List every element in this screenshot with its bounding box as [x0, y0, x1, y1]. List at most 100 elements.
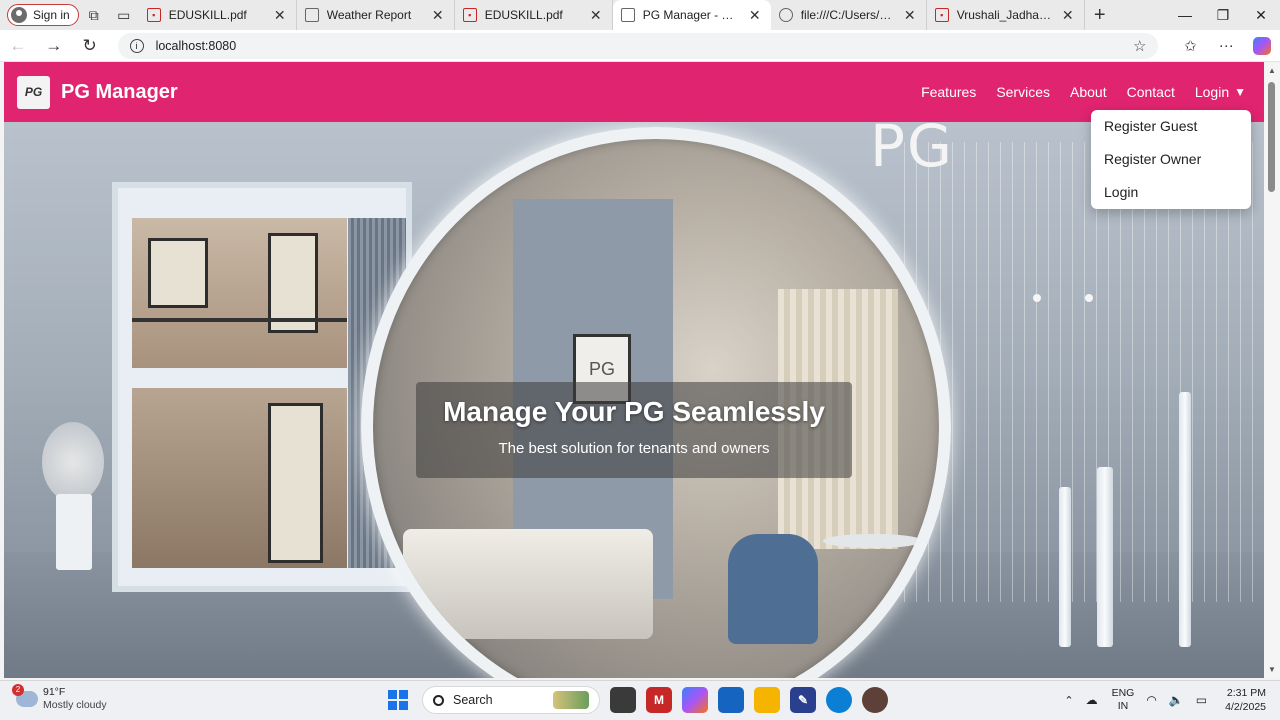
hero-decor-dot	[1085, 294, 1093, 302]
network-tray-icon[interactable]: ☁	[1086, 693, 1098, 707]
close-tab-icon[interactable]: ✕	[588, 7, 604, 24]
window-controls: — ❐ ✕	[1166, 0, 1280, 30]
language-indicator[interactable]: ENG IN	[1112, 687, 1135, 713]
search-highlight-icon	[553, 691, 589, 709]
nav-contact-link[interactable]: Contact	[1127, 84, 1175, 100]
address-input[interactable]: i localhost:8080 ☆	[117, 32, 1159, 59]
login-dropdown-menu: Register Guest Register Owner Login	[1091, 110, 1251, 209]
tab-eduskill-1[interactable]: ▪ EDUSKILL.pdf ✕	[139, 0, 297, 30]
hero-banner: PG PG Manage Your PG Seamlessly The best…	[4, 122, 1264, 678]
close-tab-icon[interactable]: ✕	[1060, 7, 1076, 24]
close-tab-icon[interactable]: ✕	[902, 7, 918, 24]
cloud-icon: 2	[12, 684, 38, 707]
hero-bed	[403, 529, 653, 639]
new-tab-button[interactable]: +	[1085, 4, 1115, 27]
taskbar-apps: Search M ✎	[388, 686, 888, 714]
close-tab-icon[interactable]: ✕	[272, 7, 288, 24]
scroll-thumb[interactable]	[1268, 82, 1275, 192]
refresh-icon[interactable]: ↻	[72, 30, 108, 62]
brand-title[interactable]: PG Manager	[61, 81, 178, 104]
favorites-icon[interactable]: ✩	[1172, 30, 1208, 62]
pdf-icon: ▪	[146, 8, 161, 22]
app-icon[interactable]	[862, 687, 888, 713]
scroll-down-icon[interactable]: ▼	[1268, 665, 1276, 674]
url-text: localhost:8080	[155, 38, 237, 53]
taskbar-search[interactable]: Search	[422, 686, 600, 714]
nav-services-link[interactable]: Services	[996, 84, 1050, 100]
nav-login-label: Login	[1194, 84, 1230, 100]
mcafee-icon[interactable]: M	[646, 687, 672, 713]
page-viewport: PG PG Manage Your PG Seamlessly The best…	[4, 62, 1264, 678]
hero-window	[148, 238, 208, 308]
search-icon	[433, 694, 444, 706]
edge-icon[interactable]	[826, 687, 852, 713]
page-scrollbar[interactable]: ▲ ▼	[1264, 62, 1280, 678]
battery-icon[interactable]: ▭	[1196, 693, 1207, 707]
tab-resume[interactable]: ▪ Vrushali_Jadhav_Resume ✕	[927, 0, 1085, 30]
register-owner-item[interactable]: Register Owner	[1091, 149, 1251, 182]
lang-region: IN	[1117, 700, 1129, 712]
site-info-icon[interactable]: i	[129, 38, 144, 53]
file-icon	[778, 8, 793, 22]
nav-login-dropdown[interactable]: Login ▼	[1195, 84, 1246, 100]
nav-features-link[interactable]: Features	[921, 84, 976, 100]
weather-badge: 2	[12, 684, 24, 696]
copilot-icon[interactable]	[1244, 30, 1280, 62]
scroll-up-icon[interactable]: ▲	[1268, 66, 1276, 75]
hero-pillar	[1097, 467, 1113, 647]
hero-title: Manage Your PG Seamlessly	[443, 396, 825, 427]
forward-icon[interactable]: →	[36, 30, 72, 62]
wifi-icon[interactable]: ◠	[1146, 693, 1156, 707]
volume-icon[interactable]: 🔈	[1169, 693, 1184, 707]
nav-links: Features Services About Contact Login ▼	[901, 84, 1246, 100]
favorite-star-icon[interactable]: ☆	[1133, 37, 1146, 55]
register-guest-item[interactable]: Register Guest	[1091, 116, 1251, 149]
close-tab-icon[interactable]: ✕	[430, 7, 446, 24]
tab-actions-icon[interactable]: ▭	[109, 0, 139, 30]
pdf-icon: ▪	[934, 8, 949, 22]
store-icon[interactable]	[718, 687, 744, 713]
hero-decor-dot	[1033, 294, 1041, 302]
signin-label: Sign in	[33, 8, 70, 22]
minimize-icon[interactable]: —	[1166, 0, 1204, 30]
search-label: Search	[453, 693, 493, 707]
address-bar-row: ← → ↻ i localhost:8080 ☆ ✩ ···	[0, 30, 1280, 62]
more-menu-icon[interactable]: ···	[1208, 30, 1244, 62]
nav-about-link[interactable]: About	[1070, 84, 1107, 100]
hero-door	[268, 403, 323, 563]
profile-icon	[11, 7, 27, 23]
weather-widget[interactable]: 2 91°F Mostly cloudy	[12, 684, 107, 712]
tab-local-file[interactable]: file:///C:/Users/asus/Des ✕	[771, 0, 927, 30]
workspaces-icon[interactable]: ⧉	[79, 0, 109, 30]
site-navbar: PG PG Manager Features Services About Co…	[4, 62, 1264, 122]
chevron-up-icon[interactable]: ⌃	[1064, 694, 1073, 707]
close-window-icon[interactable]: ✕	[1242, 0, 1280, 30]
hero-table	[823, 534, 923, 548]
pg-logo-icon[interactable]: PG	[17, 75, 50, 109]
document-icon	[620, 8, 635, 22]
tab-weather-report[interactable]: Weather Report ✕	[297, 0, 455, 30]
tab-pg-manager-home[interactable]: PG Manager - Home ✕	[612, 0, 771, 30]
copilot-app-icon[interactable]	[682, 687, 708, 713]
pen-app-icon[interactable]: ✎	[790, 687, 816, 713]
close-tab-icon[interactable]: ✕	[747, 7, 763, 24]
back-icon[interactable]: ←	[0, 30, 36, 62]
signin-button[interactable]: Sign in	[7, 4, 79, 26]
pdf-icon: ▪	[462, 8, 477, 22]
maximize-icon[interactable]: ❐	[1204, 0, 1242, 30]
login-item[interactable]: Login	[1091, 182, 1251, 215]
weather-condition: Mostly cloudy	[43, 699, 107, 711]
hero-pillar	[1179, 392, 1191, 647]
hero-vase	[56, 494, 92, 570]
clock-date: 4/2/2025	[1225, 701, 1266, 713]
hero-pg-wall-text: PG	[870, 122, 954, 180]
hero-text-card: Manage Your PG Seamlessly The best solut…	[416, 382, 852, 478]
caret-down-icon: ▼	[1234, 85, 1246, 99]
lang-code: ENG	[1111, 687, 1135, 699]
tab-eduskill-2[interactable]: ▪ EDUSKILL.pdf ✕	[455, 0, 613, 30]
file-explorer-icon[interactable]	[754, 687, 780, 713]
task-view-icon[interactable]	[610, 687, 636, 713]
clock[interactable]: 2:31 PM 4/2/2025	[1225, 686, 1266, 714]
windows-start-icon[interactable]	[388, 690, 408, 710]
hero-pillar	[1059, 487, 1071, 647]
